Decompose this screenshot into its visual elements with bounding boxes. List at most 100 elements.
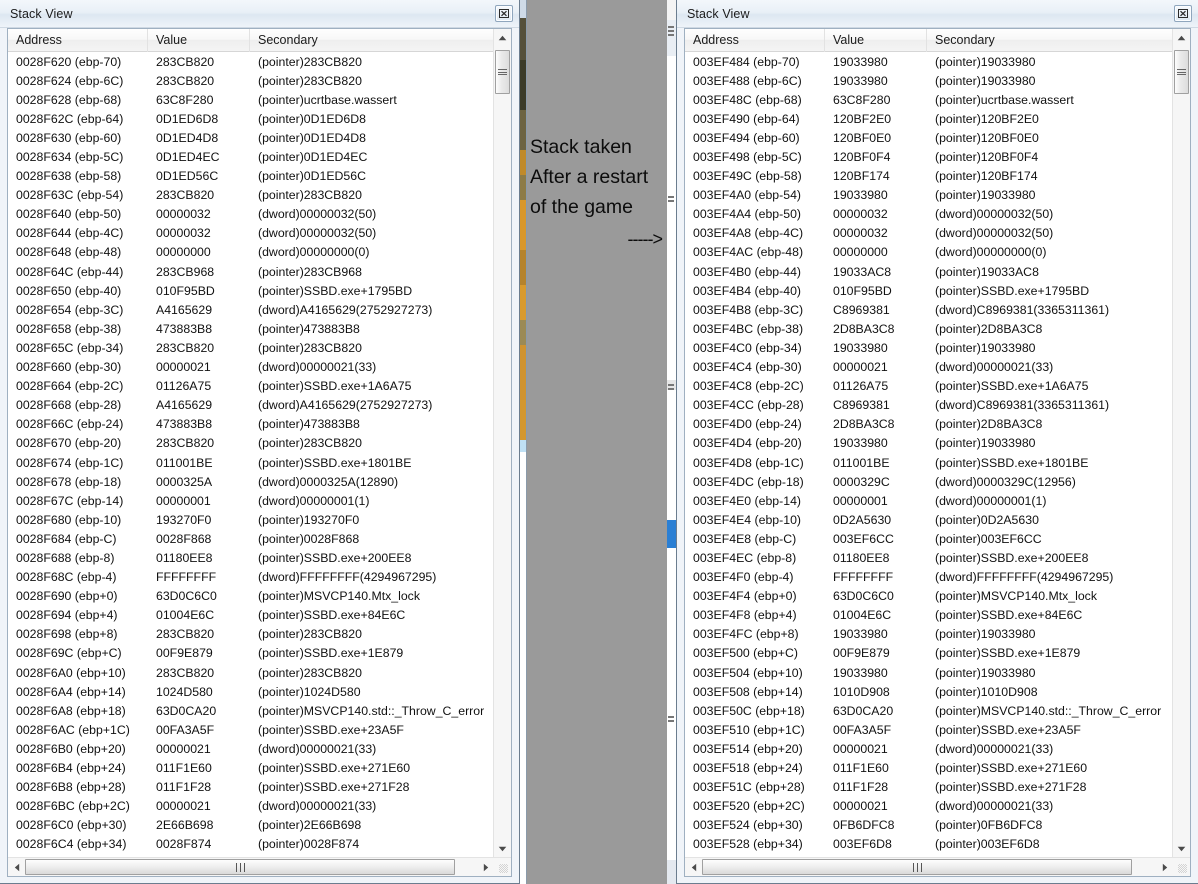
table-row[interactable]: 0028F694 (ebp+4) 01004E6C (pointer)SSBD.ex…	[8, 606, 493, 625]
table-row[interactable]: 003EF494 (ebp-60) 120BF0E0 (pointer)120BF0…	[685, 128, 1172, 147]
table-row[interactable]: 0028F6A0 (ebp+10) 283CB820 (pointer)283CB8…	[8, 663, 493, 682]
table-row[interactable]: 0028F680 (ebp-10) 193270F0 (pointer)193270…	[8, 510, 493, 529]
column-header-value[interactable]: Value	[825, 29, 927, 52]
table-row[interactable]: 0028F658 (ebp-38) 473883B8 (pointer)473883…	[8, 319, 493, 338]
table-row[interactable]: 003EF508 (ebp+14) 1010D908 (pointer)1010D9…	[685, 682, 1172, 701]
table-row[interactable]: 003EF4D8 (ebp-1C) 011001BE (pointer)SSBD.e…	[685, 453, 1172, 472]
vertical-scroll-thumb-right[interactable]	[1174, 50, 1189, 94]
table-row[interactable]: 0028F698 (ebp+8) 283CB820 (pointer)283CB82…	[8, 625, 493, 644]
column-header-address[interactable]: Address	[8, 29, 148, 52]
table-row[interactable]: 003EF524 (ebp+30) 0FB6DFC8 (pointer)0FB6DF…	[685, 816, 1172, 835]
horizontal-scroll-track-right[interactable]	[702, 858, 1156, 876]
table-row[interactable]: 003EF4B8 (ebp-3C) C8969381 (dword)C8969381…	[685, 300, 1172, 319]
table-row[interactable]: 0028F634 (ebp-5C) 0D1ED4EC (pointer)0D1ED4…	[8, 147, 493, 166]
table-row[interactable]: 003EF490 (ebp-64) 120BF2E0 (pointer)120BF2…	[685, 109, 1172, 128]
table-row[interactable]: 0028F6BC (ebp+2C) 00000021 (dword)00000021…	[8, 797, 493, 816]
vertical-scrollbar-left[interactable]	[493, 29, 511, 857]
table-row[interactable]: 003EF4A0 (ebp-54) 19033980 (pointer)190339…	[685, 186, 1172, 205]
table-row[interactable]: 003EF484 (ebp-70) 19033980 (pointer)190339…	[685, 52, 1172, 71]
table-row[interactable]: 003EF4B0 (ebp-44) 19033AC8 (pointer)19033A…	[685, 262, 1172, 281]
table-row[interactable]: 0028F6A4 (ebp+14) 1024D580 (pointer)1024D5…	[8, 682, 493, 701]
table-row[interactable]: 0028F6C4 (ebp+34) 0028F874 (pointer)0028F8…	[8, 835, 493, 854]
scroll-down-button-left[interactable]	[494, 840, 511, 857]
table-row[interactable]: 003EF4C0 (ebp-34) 19033980 (pointer)190339…	[685, 338, 1172, 357]
table-row[interactable]: 003EF500 (ebp+C) 00F9E879 (pointer)SSBD.ex…	[685, 644, 1172, 663]
table-row[interactable]: 0028F62C (ebp-64) 0D1ED6D8 (pointer)0D1ED6…	[8, 109, 493, 128]
table-row[interactable]: 0028F650 (ebp-40) 010F95BD (pointer)SSBD.e…	[8, 281, 493, 300]
table-row[interactable]: 003EF4C4 (ebp-30) 00000021 (dword)00000021…	[685, 358, 1172, 377]
column-header-secondary[interactable]: Secondary	[250, 29, 493, 52]
table-row[interactable]: 0028F64C (ebp-44) 283CB968 (pointer)283CB9…	[8, 262, 493, 281]
table-row[interactable]: 0028F690 (ebp+0) 63D0C6C0 (pointer)MSVCP14…	[8, 587, 493, 606]
table-row[interactable]: 003EF4D0 (ebp-24) 2D8BA3C8 (pointer)2D8BA3…	[685, 415, 1172, 434]
table-row[interactable]: 0028F620 (ebp-70) 283CB820 (pointer)283CB8…	[8, 52, 493, 71]
table-row[interactable]: 003EF4EC (ebp-8) 01180EE8 (pointer)SSBD.ex…	[685, 548, 1172, 567]
table-row[interactable]: 003EF4F0 (ebp-4) FFFFFFFF (dword)FFFFFFFF(…	[685, 568, 1172, 587]
table-row[interactable]: 003EF4A8 (ebp-4C) 00000032 (dword)00000032…	[685, 224, 1172, 243]
scroll-right-button-left[interactable]	[477, 858, 494, 876]
titlebar-right[interactable]: Stack View	[677, 0, 1198, 28]
table-row[interactable]: 0028F6AC (ebp+1C) 00FA3A5F (pointer)SSBD.e…	[8, 720, 493, 739]
column-header-secondary[interactable]: Secondary	[927, 29, 1172, 52]
table-row[interactable]: 0028F630 (ebp-60) 0D1ED4D8 (pointer)0D1ED4…	[8, 128, 493, 147]
table-row[interactable]: 003EF4D4 (ebp-20) 19033980 (pointer)190339…	[685, 434, 1172, 453]
table-row[interactable]: 0028F670 (ebp-20) 283CB820 (pointer)283CB8…	[8, 434, 493, 453]
scroll-down-button-right[interactable]	[1173, 840, 1190, 857]
table-row[interactable]: 0028F638 (ebp-58) 0D1ED56C (pointer)0D1ED5…	[8, 167, 493, 186]
vertical-scroll-track-left[interactable]	[494, 46, 511, 840]
table-row[interactable]: 0028F68C (ebp-4) FFFFFFFF (dword)FFFFFFFF(…	[8, 568, 493, 587]
table-row[interactable]: 003EF4E4 (ebp-10) 0D2A5630 (pointer)0D2A56…	[685, 510, 1172, 529]
scroll-left-button-left[interactable]	[8, 858, 25, 876]
table-row[interactable]: 003EF4AC (ebp-48) 00000000 (dword)00000000…	[685, 243, 1172, 262]
table-row[interactable]: 003EF4C8 (ebp-2C) 01126A75 (pointer)SSBD.e…	[685, 377, 1172, 396]
table-row[interactable]: 003EF510 (ebp+1C) 00FA3A5F (pointer)SSBD.e…	[685, 720, 1172, 739]
table-row[interactable]: 003EF498 (ebp-5C) 120BF0F4 (pointer)120BF0…	[685, 147, 1172, 166]
table-row[interactable]: 003EF4B4 (ebp-40) 010F95BD (pointer)SSBD.e…	[685, 281, 1172, 300]
table-row[interactable]: 0028F67C (ebp-14) 00000001 (dword)00000001…	[8, 491, 493, 510]
table-row[interactable]: 0028F668 (ebp-28) A4165629 (dword)A4165629…	[8, 396, 493, 415]
table-row[interactable]: 003EF520 (ebp+2C) 00000021 (dword)00000021…	[685, 797, 1172, 816]
table-row[interactable]: 0028F66C (ebp-24) 473883B8 (pointer)473883…	[8, 415, 493, 434]
table-row[interactable]: 0028F678 (ebp-18) 0000325A (dword)0000325A…	[8, 472, 493, 491]
table-row[interactable]: 003EF4E0 (ebp-14) 00000001 (dword)00000001…	[685, 491, 1172, 510]
table-row[interactable]: 0028F65C (ebp-34) 283CB820 (pointer)283CB8…	[8, 338, 493, 357]
table-row[interactable]: 0028F6C0 (ebp+30) 2E66B698 (pointer)2E66B6…	[8, 816, 493, 835]
table-row[interactable]: 0028F640 (ebp-50) 00000032 (dword)00000032…	[8, 205, 493, 224]
scroll-up-button-right[interactable]	[1173, 29, 1190, 46]
table-row[interactable]: 003EF4DC (ebp-18) 0000329C (dword)0000329C…	[685, 472, 1172, 491]
horizontal-scrollbar-right[interactable]	[685, 857, 1190, 876]
horizontal-scroll-thumb-right[interactable]	[702, 859, 1132, 875]
table-row[interactable]: 0028F648 (ebp-48) 00000000 (dword)00000000…	[8, 243, 493, 262]
resize-grip-left[interactable]	[494, 858, 511, 876]
close-icon[interactable]	[495, 5, 513, 22]
table-row[interactable]: 003EF528 (ebp+34) 003EF6D8 (pointer)003EF6…	[685, 835, 1172, 854]
titlebar-left[interactable]: Stack View	[0, 0, 519, 28]
table-row[interactable]: 003EF4E8 (ebp-C) 003EF6CC (pointer)003EF6C…	[685, 529, 1172, 548]
table-row[interactable]: 003EF4BC (ebp-38) 2D8BA3C8 (pointer)2D8BA3…	[685, 319, 1172, 338]
column-header-address[interactable]: Address	[685, 29, 825, 52]
scroll-right-button-right[interactable]	[1156, 858, 1173, 876]
table-row[interactable]: 003EF514 (ebp+20) 00000021 (dword)00000021…	[685, 739, 1172, 758]
scroll-left-button-right[interactable]	[685, 858, 702, 876]
vertical-scrollbar-right[interactable]	[1172, 29, 1190, 857]
table-row[interactable]: 003EF4FC (ebp+8) 19033980 (pointer)1903398…	[685, 625, 1172, 644]
table-row[interactable]: 003EF4F4 (ebp+0) 63D0C6C0 (pointer)MSVCP14…	[685, 587, 1172, 606]
table-row[interactable]: 0028F684 (ebp-C) 0028F868 (pointer)0028F86…	[8, 529, 493, 548]
table-row[interactable]: 0028F63C (ebp-54) 283CB820 (pointer)283CB8…	[8, 186, 493, 205]
table-row[interactable]: 0028F654 (ebp-3C) A4165629 (dword)A4165629…	[8, 300, 493, 319]
table-row[interactable]: 003EF4F8 (ebp+4) 01004E6C (pointer)SSBD.ex…	[685, 606, 1172, 625]
table-row[interactable]: 003EF51C (ebp+28) 011F1F28 (pointer)SSBD.e…	[685, 778, 1172, 797]
close-icon[interactable]	[1174, 5, 1192, 22]
vertical-scroll-thumb-left[interactable]	[495, 50, 510, 94]
table-row[interactable]: 0028F674 (ebp-1C) 011001BE (pointer)SSBD.e…	[8, 453, 493, 472]
table-row[interactable]: 0028F664 (ebp-2C) 01126A75 (pointer)SSBD.e…	[8, 377, 493, 396]
table-row[interactable]: 003EF4A4 (ebp-50) 00000032 (dword)00000032…	[685, 205, 1172, 224]
horizontal-scrollbar-left[interactable]	[8, 857, 511, 876]
table-row[interactable]: 003EF4CC (ebp-28) C8969381 (dword)C8969381…	[685, 396, 1172, 415]
table-row[interactable]: 003EF488 (ebp-6C) 19033980 (pointer)190339…	[685, 71, 1172, 90]
table-row[interactable]: 0028F688 (ebp-8) 01180EE8 (pointer)SSBD.ex…	[8, 548, 493, 567]
vertical-scroll-track-right[interactable]	[1173, 46, 1190, 840]
table-row[interactable]: 0028F6B8 (ebp+28) 011F1F28 (pointer)SSBD.e…	[8, 778, 493, 797]
table-row[interactable]: 0028F628 (ebp-68) 63C8F280 (pointer)ucrtba…	[8, 90, 493, 109]
table-row[interactable]: 0028F6B0 (ebp+20) 00000021 (dword)00000021…	[8, 739, 493, 758]
